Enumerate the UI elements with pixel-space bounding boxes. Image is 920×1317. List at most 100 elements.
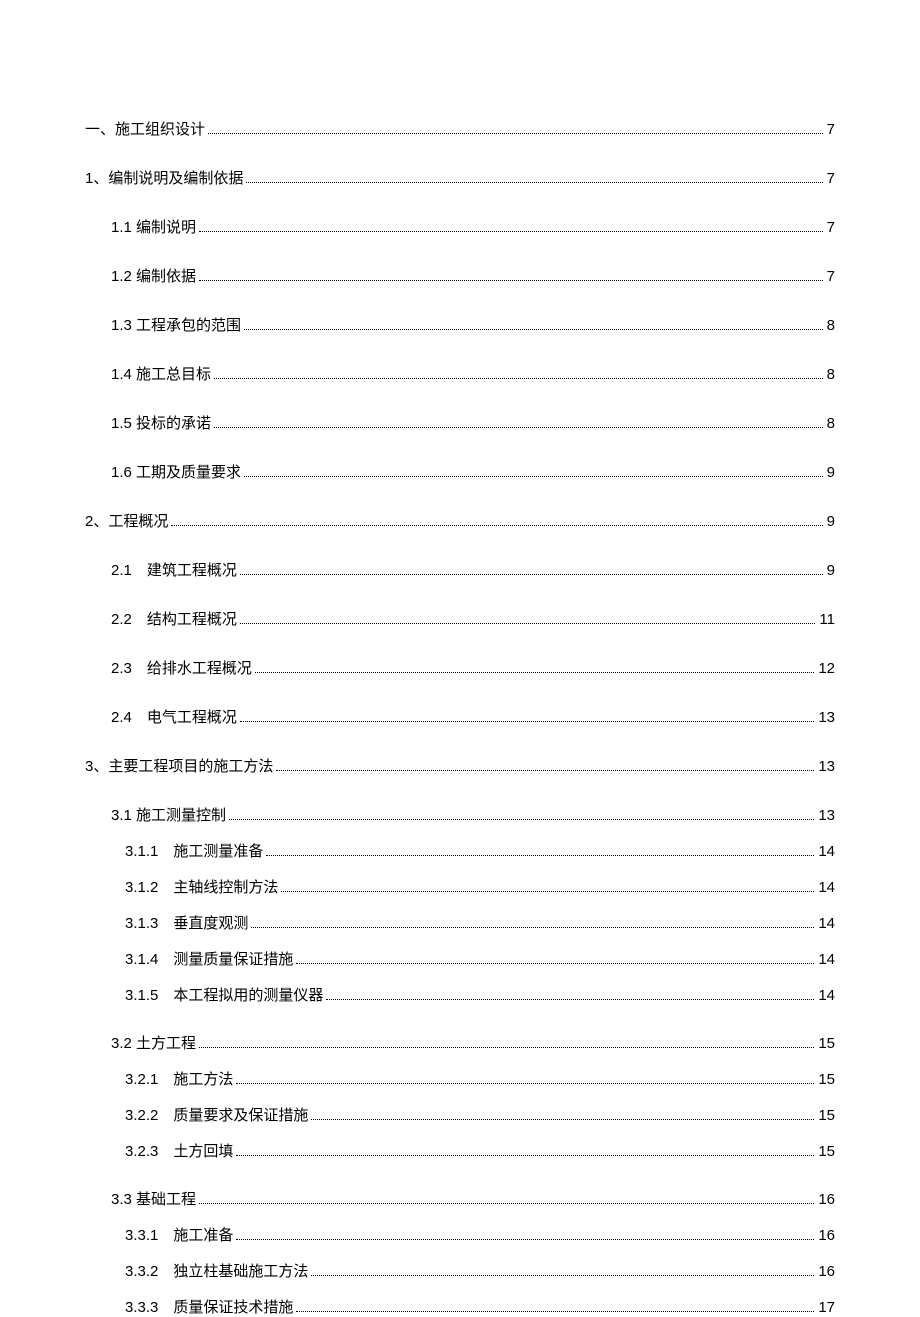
- toc-entry: 3.1.1 施工测量准备 14: [85, 840, 835, 861]
- toc-label: 2.4 电气工程概况: [111, 706, 237, 727]
- toc-page-number: 7: [827, 121, 835, 138]
- toc-label: 3.2.3 土方回填: [125, 1140, 233, 1161]
- toc-page-number: 9: [827, 464, 835, 481]
- toc-leader: [199, 1047, 814, 1048]
- spacer: [85, 1176, 835, 1188]
- toc-label: 3.2 土方工程: [111, 1032, 196, 1053]
- toc-page-number: 15: [818, 1107, 835, 1124]
- toc-label: 2、工程概况: [85, 510, 168, 531]
- toc-entry: 1.2 编制依据7: [85, 265, 835, 286]
- toc-entry: 1.1 编制说明 7: [85, 216, 835, 237]
- toc-leader: [240, 574, 823, 575]
- toc-leader: [240, 623, 816, 624]
- toc-label: 3.2.1 施工方法: [125, 1068, 233, 1089]
- toc-leader: [255, 672, 814, 673]
- toc-page-number: 14: [818, 951, 835, 968]
- toc-label: 1.4 施工总目标: [111, 363, 211, 384]
- toc-entry: 2.1 建筑工程概况9: [85, 559, 835, 580]
- toc-page-number: 7: [827, 219, 835, 236]
- toc-leader: [296, 963, 814, 964]
- toc-entry: 3.2.2 质量要求及保证措施 15: [85, 1104, 835, 1125]
- toc-leader: [236, 1155, 814, 1156]
- toc-page-number: 16: [818, 1191, 835, 1208]
- toc-entry: 一、施工组织设计7: [85, 118, 835, 139]
- toc-leader: [199, 280, 823, 281]
- toc-container: 一、施工组织设计71、编制说明及编制依据71.1 编制说明71.2 编制依据71…: [0, 0, 920, 1317]
- toc-label: 1.6 工期及质量要求: [111, 461, 241, 482]
- toc-label: 3.1 施工测量控制: [111, 804, 226, 825]
- toc-label: 3.3.3 质量保证技术措施: [125, 1296, 293, 1317]
- toc-leader: [311, 1119, 814, 1120]
- toc-label: 3.3.2 独立柱基础施工方法: [125, 1260, 308, 1281]
- toc-leader: [199, 231, 823, 232]
- toc-page-number: 7: [827, 268, 835, 285]
- toc-leader: [266, 855, 814, 856]
- toc-page-number: 8: [827, 415, 835, 432]
- toc-entry: 3.2.1 施工方法 15: [85, 1068, 835, 1089]
- toc-page-number: 12: [818, 660, 835, 677]
- toc-page-number: 13: [818, 758, 835, 775]
- toc-page-number: 8: [827, 317, 835, 334]
- toc-page-number: 17: [818, 1299, 835, 1316]
- toc-leader: [244, 476, 823, 477]
- toc-entry: 1.6 工期及质量要求 9: [85, 461, 835, 482]
- toc-entry: 1、编制说明及编制依据 7: [85, 167, 835, 188]
- toc-entry: 3.1 施工测量控制 13: [85, 804, 835, 825]
- toc-page-number: 14: [818, 843, 835, 860]
- toc-entry: 2、工程概况9: [85, 510, 835, 531]
- toc-entry: 3.1.3 垂直度观测 14: [85, 912, 835, 933]
- toc-page-number: 9: [827, 562, 835, 579]
- toc-label: 2.2 结构工程概况: [111, 608, 237, 629]
- toc-label: 3.2.2 质量要求及保证措施: [125, 1104, 308, 1125]
- spacer: [85, 1020, 835, 1032]
- toc-page-number: 8: [827, 366, 835, 383]
- toc-entry: 3.1.5 本工程拟用的测量仪器14: [85, 984, 835, 1005]
- toc-leader: [208, 133, 823, 134]
- toc-entry: 3.1.2 主轴线控制方法 14: [85, 876, 835, 897]
- toc-page-number: 15: [818, 1143, 835, 1160]
- toc-label: 3.1.1 施工测量准备: [125, 840, 263, 861]
- toc-leader: [251, 927, 814, 928]
- toc-leader: [236, 1083, 814, 1084]
- toc-leader: [199, 1203, 814, 1204]
- toc-entry: 3.3.3 质量保证技术措施 17: [85, 1296, 835, 1317]
- toc-page-number: 14: [818, 879, 835, 896]
- toc-entry: 3.2 土方工程 15: [85, 1032, 835, 1053]
- toc-label: 3.1.5 本工程拟用的测量仪器: [125, 984, 323, 1005]
- toc-page-number: 13: [818, 709, 835, 726]
- toc-leader: [240, 721, 814, 722]
- toc-label: 3.1.4 测量质量保证措施: [125, 948, 293, 969]
- toc-label: 2.3 给排水工程概况: [111, 657, 252, 678]
- toc-leader: [276, 770, 814, 771]
- toc-entry: 2.2 结构工程概况 11: [85, 608, 835, 629]
- toc-label: 3、主要工程项目的施工方法: [85, 755, 273, 776]
- toc-label: 3.1.2 主轴线控制方法: [125, 876, 278, 897]
- toc-leader: [236, 1239, 814, 1240]
- toc-leader: [214, 427, 823, 428]
- toc-label: 1.1 编制说明: [111, 216, 196, 237]
- toc-label: 3.3.1 施工准备: [125, 1224, 233, 1245]
- toc-entry: 3.1.4 测量质量保证措施 14: [85, 948, 835, 969]
- toc-page-number: 13: [818, 807, 835, 824]
- toc-page-number: 14: [818, 915, 835, 932]
- toc-page-number: 15: [818, 1071, 835, 1088]
- toc-entry: 3.3.2 独立柱基础施工方法 16: [85, 1260, 835, 1281]
- toc-label: 1、编制说明及编制依据: [85, 167, 243, 188]
- toc-leader: [244, 329, 823, 330]
- toc-label: 1.5 投标的承诺: [111, 412, 211, 433]
- toc-entry: 3、主要工程项目的施工方法 13: [85, 755, 835, 776]
- toc-page-number: 16: [818, 1227, 835, 1244]
- toc-leader: [311, 1275, 814, 1276]
- toc-entry: 1.4 施工总目标 8: [85, 363, 835, 384]
- toc-page-number: 16: [818, 1263, 835, 1280]
- toc-leader: [296, 1311, 814, 1312]
- toc-page-number: 7: [827, 170, 835, 187]
- toc-label: 3.1.3 垂直度观测: [125, 912, 248, 933]
- toc-entry: 3.3.1 施工准备 16: [85, 1224, 835, 1245]
- toc-entry: 3.3 基础工程16: [85, 1188, 835, 1209]
- toc-leader: [229, 819, 814, 820]
- toc-leader: [214, 378, 823, 379]
- toc-page-number: 15: [818, 1035, 835, 1052]
- toc-leader: [281, 891, 814, 892]
- toc-page-number: 11: [819, 611, 835, 628]
